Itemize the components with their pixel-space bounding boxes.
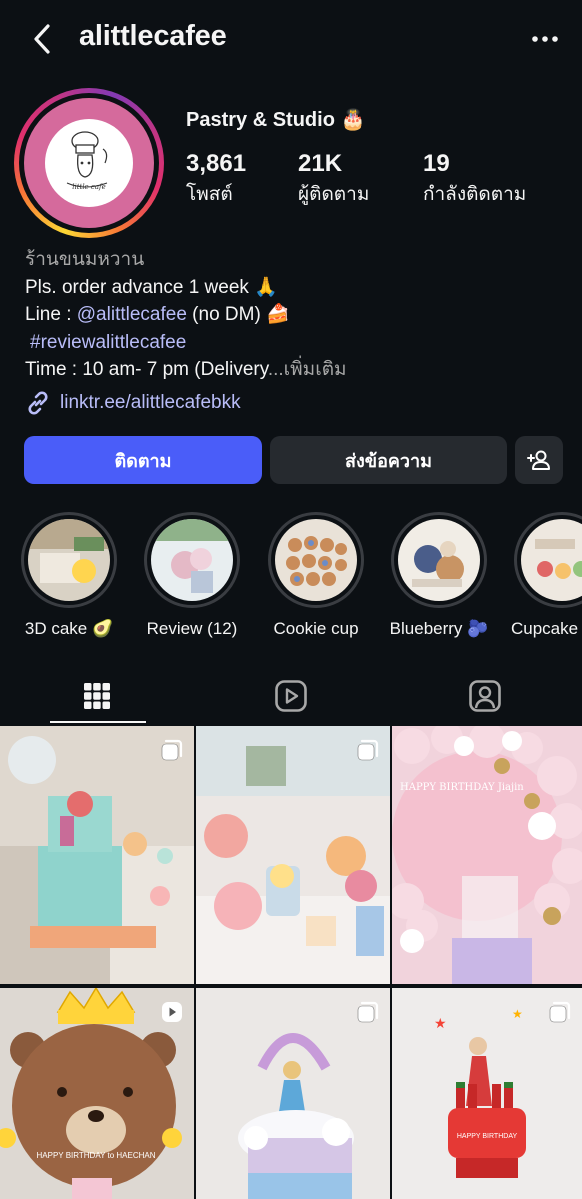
carousel-icon <box>549 1001 571 1023</box>
post-image: HAPPY BIRTHDAY Jiajin <box>392 726 582 984</box>
stat-following[interactable]: 19 กำลังติดตาม <box>423 150 526 209</box>
stat-posts[interactable]: 3,861 โพสต์ <box>186 150 246 209</box>
stat-value: 19 <box>423 150 450 177</box>
tab-posts[interactable] <box>0 668 194 724</box>
post-image <box>196 726 390 984</box>
carousel-icon <box>357 1001 379 1023</box>
highlight-cover <box>28 519 110 601</box>
bio-line: Time : 10 am- 7 pm (Delivery...เพิ่มเติม <box>25 356 565 384</box>
carousel-icon <box>161 739 183 761</box>
highlight-cover <box>398 519 480 601</box>
highlight-cover <box>521 519 582 601</box>
highlight-label: Cookie cup <box>273 619 359 638</box>
stat-followers[interactable]: 21K ผู้ติดตาม <box>298 150 369 209</box>
highlight-item[interactable]: Review (12) <box>132 512 252 639</box>
avatar[interactable]: little cafe <box>24 98 154 228</box>
avatar-logo: little cafe <box>45 119 133 207</box>
stat-value: 21K <box>298 150 343 177</box>
highlight-cover <box>151 519 233 601</box>
reels-icon <box>275 680 307 712</box>
bio-mention[interactable]: @alittlecafee <box>77 304 187 325</box>
highlight-label: 3D cake 🥑 <box>24 619 114 638</box>
profile-link-text[interactable]: linktr.ee/alittlecafebkk <box>60 392 241 414</box>
post-image-text: HAPPY BIRTHDAY <box>457 1133 518 1140</box>
suggest-users-button[interactable] <box>515 436 563 484</box>
story-ring[interactable]: little cafe <box>14 88 164 238</box>
profile-category: ร้านขนมหวาน <box>25 249 145 270</box>
profile-tabs <box>0 668 582 724</box>
post-thumbnail[interactable] <box>196 726 390 984</box>
bio-text: (no DM) 🍰 <box>186 304 290 325</box>
highlight-item[interactable]: 3D cake 🥑 <box>9 512 129 639</box>
bio-more-button[interactable]: ...เพิ่มเติม <box>268 359 347 380</box>
post-thumbnail[interactable] <box>196 988 390 1199</box>
highlight-item[interactable]: Cupcake <box>502 512 582 639</box>
stat-label: กำลังติดตาม <box>423 184 527 205</box>
reel-icon <box>162 1002 182 1022</box>
profile-bio: ร้านขนมหวาน Pls. order advance 1 week 🙏 … <box>25 246 565 384</box>
bio-hashtag[interactable]: #reviewalittlecafee <box>30 332 186 353</box>
stat-label: โพสต์ <box>186 184 233 205</box>
bio-text: Time : 10 am- 7 pm (Delivery <box>25 359 268 380</box>
svg-text:little cafe: little cafe <box>72 183 106 191</box>
bio-line: Line : @alittlecafee (no DM) 🍰 <box>25 301 565 329</box>
post-thumbnail[interactable]: HAPPY BIRTHDAY Jiajin <box>392 726 582 984</box>
tab-tagged[interactable] <box>388 668 582 724</box>
bio-line: Pls. order advance 1 week 🙏 <box>25 276 278 298</box>
svg-text:★: ★ <box>434 1015 447 1031</box>
grid-icon <box>84 683 110 709</box>
chef-logo-icon: little cafe <box>66 131 108 191</box>
stat-value: 3,861 <box>186 150 247 177</box>
highlight-item[interactable]: Cookie cup <box>256 512 376 639</box>
follow-button[interactable]: ติดตาม <box>24 436 262 484</box>
link-icon <box>28 391 48 415</box>
bio-line: #reviewalittlecafee <box>25 329 565 357</box>
top-bar: alittlecafee <box>0 0 582 78</box>
post-image <box>0 726 194 984</box>
post-image-text: HAPPY BIRTHDAY to HAECHAN <box>37 1151 156 1160</box>
post-thumbnail[interactable]: HAPPY BIRTHDAY to HAECHAN <box>0 988 194 1199</box>
highlight-cover <box>275 519 357 601</box>
profile-username: alittlecafee <box>79 20 227 52</box>
bio-text: Line : <box>25 304 77 325</box>
profile-link[interactable]: linktr.ee/alittlecafebkk <box>25 390 241 416</box>
highlight-label: Blueberry 🫐 <box>389 619 489 638</box>
add-person-icon <box>527 450 550 470</box>
post-thumbnail[interactable] <box>0 726 194 984</box>
profile-full-name: Pastry & Studio 🎂 <box>186 109 366 131</box>
tagged-icon <box>469 680 501 712</box>
post-thumbnail[interactable]: ★ ★ HAPPY BIRTHDAY <box>392 988 582 1199</box>
highlight-item[interactable]: Blueberry 🫐 <box>379 512 499 639</box>
svg-text:★: ★ <box>512 1007 523 1021</box>
highlight-label: Review (12) <box>146 619 238 638</box>
carousel-icon <box>357 739 379 761</box>
stat-label: ผู้ติดตาม <box>298 184 370 205</box>
active-tab-indicator <box>50 721 146 723</box>
post-grid: HAPPY BIRTHDAY Jiajin HAPPY BIRTHDAY to … <box>0 726 582 1199</box>
highlight-label: Cupcake <box>511 619 579 638</box>
message-button[interactable]: ส่งข้อความ <box>270 436 507 484</box>
more-horizontal-icon[interactable] <box>530 26 560 52</box>
chevron-left-icon[interactable] <box>28 22 58 56</box>
post-image-text: HAPPY BIRTHDAY Jiajin <box>400 782 524 793</box>
tab-reels[interactable] <box>194 668 388 724</box>
